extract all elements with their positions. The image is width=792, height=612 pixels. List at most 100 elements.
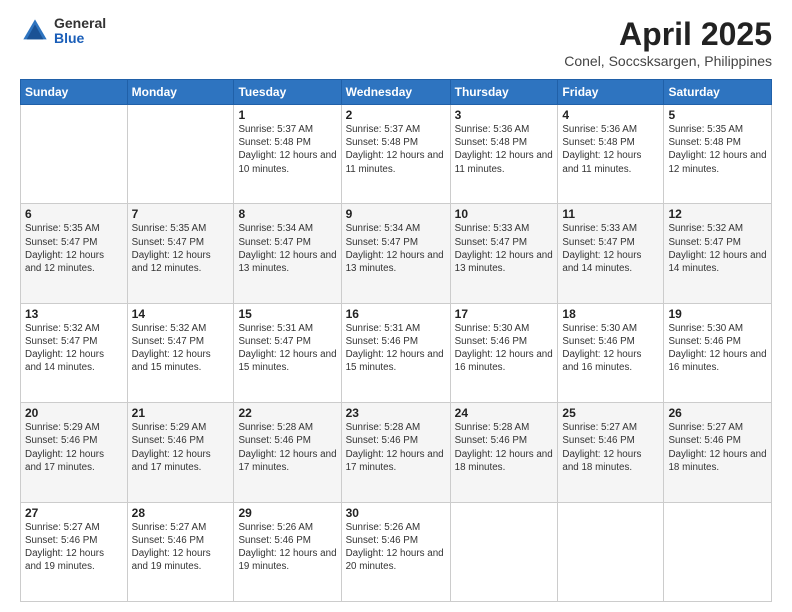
day-info: Sunrise: 5:32 AM Sunset: 5:47 PM Dayligh… — [668, 222, 767, 275]
day-number: 24 — [455, 406, 554, 420]
day-cell — [21, 105, 128, 204]
logo: General Blue — [20, 16, 106, 47]
day-cell: 19Sunrise: 5:30 AM Sunset: 5:46 PM Dayli… — [664, 303, 772, 402]
day-info: Sunrise: 5:32 AM Sunset: 5:47 PM Dayligh… — [25, 322, 123, 375]
header: General Blue April 2025 Conel, Soccsksar… — [20, 16, 772, 69]
day-number: 27 — [25, 506, 123, 520]
day-number: 7 — [132, 207, 230, 221]
day-number: 23 — [346, 406, 446, 420]
day-number: 17 — [455, 307, 554, 321]
day-cell: 22Sunrise: 5:28 AM Sunset: 5:46 PM Dayli… — [234, 403, 341, 502]
day-number: 1 — [238, 108, 336, 122]
day-number: 16 — [346, 307, 446, 321]
day-info: Sunrise: 5:34 AM Sunset: 5:47 PM Dayligh… — [346, 222, 446, 275]
day-number: 8 — [238, 207, 336, 221]
col-header-wednesday: Wednesday — [341, 80, 450, 105]
day-info: Sunrise: 5:33 AM Sunset: 5:47 PM Dayligh… — [455, 222, 554, 275]
day-cell: 17Sunrise: 5:30 AM Sunset: 5:46 PM Dayli… — [450, 303, 558, 402]
day-cell: 24Sunrise: 5:28 AM Sunset: 5:46 PM Dayli… — [450, 403, 558, 502]
day-number: 30 — [346, 506, 446, 520]
week-row-2: 6Sunrise: 5:35 AM Sunset: 5:47 PM Daylig… — [21, 204, 772, 303]
day-cell: 10Sunrise: 5:33 AM Sunset: 5:47 PM Dayli… — [450, 204, 558, 303]
day-number: 20 — [25, 406, 123, 420]
day-number: 10 — [455, 207, 554, 221]
col-header-saturday: Saturday — [664, 80, 772, 105]
day-number: 5 — [668, 108, 767, 122]
logo-icon — [20, 16, 50, 46]
day-info: Sunrise: 5:28 AM Sunset: 5:46 PM Dayligh… — [238, 421, 336, 474]
subtitle: Conel, Soccsksargen, Philippines — [564, 53, 772, 69]
day-cell — [127, 105, 234, 204]
day-number: 6 — [25, 207, 123, 221]
day-cell: 20Sunrise: 5:29 AM Sunset: 5:46 PM Dayli… — [21, 403, 128, 502]
day-cell: 14Sunrise: 5:32 AM Sunset: 5:47 PM Dayli… — [127, 303, 234, 402]
day-cell: 27Sunrise: 5:27 AM Sunset: 5:46 PM Dayli… — [21, 502, 128, 601]
day-info: Sunrise: 5:33 AM Sunset: 5:47 PM Dayligh… — [562, 222, 659, 275]
main-title: April 2025 — [564, 16, 772, 53]
day-info: Sunrise: 5:27 AM Sunset: 5:46 PM Dayligh… — [668, 421, 767, 474]
day-info: Sunrise: 5:28 AM Sunset: 5:46 PM Dayligh… — [346, 421, 446, 474]
day-cell: 18Sunrise: 5:30 AM Sunset: 5:46 PM Dayli… — [558, 303, 664, 402]
day-cell: 16Sunrise: 5:31 AM Sunset: 5:46 PM Dayli… — [341, 303, 450, 402]
day-info: Sunrise: 5:35 AM Sunset: 5:47 PM Dayligh… — [25, 222, 123, 275]
col-header-thursday: Thursday — [450, 80, 558, 105]
day-cell: 12Sunrise: 5:32 AM Sunset: 5:47 PM Dayli… — [664, 204, 772, 303]
day-info: Sunrise: 5:26 AM Sunset: 5:46 PM Dayligh… — [238, 521, 336, 574]
col-header-friday: Friday — [558, 80, 664, 105]
day-cell — [664, 502, 772, 601]
calendar-table: SundayMondayTuesdayWednesdayThursdayFrid… — [20, 79, 772, 602]
day-info: Sunrise: 5:26 AM Sunset: 5:46 PM Dayligh… — [346, 521, 446, 574]
day-info: Sunrise: 5:27 AM Sunset: 5:46 PM Dayligh… — [562, 421, 659, 474]
day-cell: 15Sunrise: 5:31 AM Sunset: 5:47 PM Dayli… — [234, 303, 341, 402]
day-number: 28 — [132, 506, 230, 520]
day-info: Sunrise: 5:37 AM Sunset: 5:48 PM Dayligh… — [238, 123, 336, 176]
day-cell: 23Sunrise: 5:28 AM Sunset: 5:46 PM Dayli… — [341, 403, 450, 502]
day-number: 11 — [562, 207, 659, 221]
title-block: April 2025 Conel, Soccsksargen, Philippi… — [564, 16, 772, 69]
day-number: 19 — [668, 307, 767, 321]
day-cell: 7Sunrise: 5:35 AM Sunset: 5:47 PM Daylig… — [127, 204, 234, 303]
page: General Blue April 2025 Conel, Soccsksar… — [0, 0, 792, 612]
day-info: Sunrise: 5:30 AM Sunset: 5:46 PM Dayligh… — [668, 322, 767, 375]
day-info: Sunrise: 5:31 AM Sunset: 5:46 PM Dayligh… — [346, 322, 446, 375]
calendar-header-row: SundayMondayTuesdayWednesdayThursdayFrid… — [21, 80, 772, 105]
logo-text: General Blue — [54, 16, 106, 47]
day-info: Sunrise: 5:28 AM Sunset: 5:46 PM Dayligh… — [455, 421, 554, 474]
day-info: Sunrise: 5:29 AM Sunset: 5:46 PM Dayligh… — [25, 421, 123, 474]
logo-general: General — [54, 16, 106, 31]
day-cell: 11Sunrise: 5:33 AM Sunset: 5:47 PM Dayli… — [558, 204, 664, 303]
day-number: 25 — [562, 406, 659, 420]
week-row-1: 1Sunrise: 5:37 AM Sunset: 5:48 PM Daylig… — [21, 105, 772, 204]
day-number: 9 — [346, 207, 446, 221]
day-cell: 9Sunrise: 5:34 AM Sunset: 5:47 PM Daylig… — [341, 204, 450, 303]
day-number: 12 — [668, 207, 767, 221]
day-info: Sunrise: 5:34 AM Sunset: 5:47 PM Dayligh… — [238, 222, 336, 275]
day-cell: 8Sunrise: 5:34 AM Sunset: 5:47 PM Daylig… — [234, 204, 341, 303]
logo-blue: Blue — [54, 31, 106, 46]
day-info: Sunrise: 5:29 AM Sunset: 5:46 PM Dayligh… — [132, 421, 230, 474]
day-number: 2 — [346, 108, 446, 122]
day-cell: 13Sunrise: 5:32 AM Sunset: 5:47 PM Dayli… — [21, 303, 128, 402]
day-info: Sunrise: 5:30 AM Sunset: 5:46 PM Dayligh… — [562, 322, 659, 375]
day-cell: 6Sunrise: 5:35 AM Sunset: 5:47 PM Daylig… — [21, 204, 128, 303]
day-cell: 5Sunrise: 5:35 AM Sunset: 5:48 PM Daylig… — [664, 105, 772, 204]
day-cell: 26Sunrise: 5:27 AM Sunset: 5:46 PM Dayli… — [664, 403, 772, 502]
day-info: Sunrise: 5:31 AM Sunset: 5:47 PM Dayligh… — [238, 322, 336, 375]
day-info: Sunrise: 5:35 AM Sunset: 5:48 PM Dayligh… — [668, 123, 767, 176]
day-cell: 29Sunrise: 5:26 AM Sunset: 5:46 PM Dayli… — [234, 502, 341, 601]
day-number: 22 — [238, 406, 336, 420]
week-row-4: 20Sunrise: 5:29 AM Sunset: 5:46 PM Dayli… — [21, 403, 772, 502]
week-row-5: 27Sunrise: 5:27 AM Sunset: 5:46 PM Dayli… — [21, 502, 772, 601]
day-number: 15 — [238, 307, 336, 321]
day-number: 29 — [238, 506, 336, 520]
day-number: 4 — [562, 108, 659, 122]
day-cell: 2Sunrise: 5:37 AM Sunset: 5:48 PM Daylig… — [341, 105, 450, 204]
day-info: Sunrise: 5:37 AM Sunset: 5:48 PM Dayligh… — [346, 123, 446, 176]
day-cell: 4Sunrise: 5:36 AM Sunset: 5:48 PM Daylig… — [558, 105, 664, 204]
day-cell: 28Sunrise: 5:27 AM Sunset: 5:46 PM Dayli… — [127, 502, 234, 601]
col-header-sunday: Sunday — [21, 80, 128, 105]
day-number: 14 — [132, 307, 230, 321]
day-cell: 3Sunrise: 5:36 AM Sunset: 5:48 PM Daylig… — [450, 105, 558, 204]
day-info: Sunrise: 5:27 AM Sunset: 5:46 PM Dayligh… — [25, 521, 123, 574]
week-row-3: 13Sunrise: 5:32 AM Sunset: 5:47 PM Dayli… — [21, 303, 772, 402]
